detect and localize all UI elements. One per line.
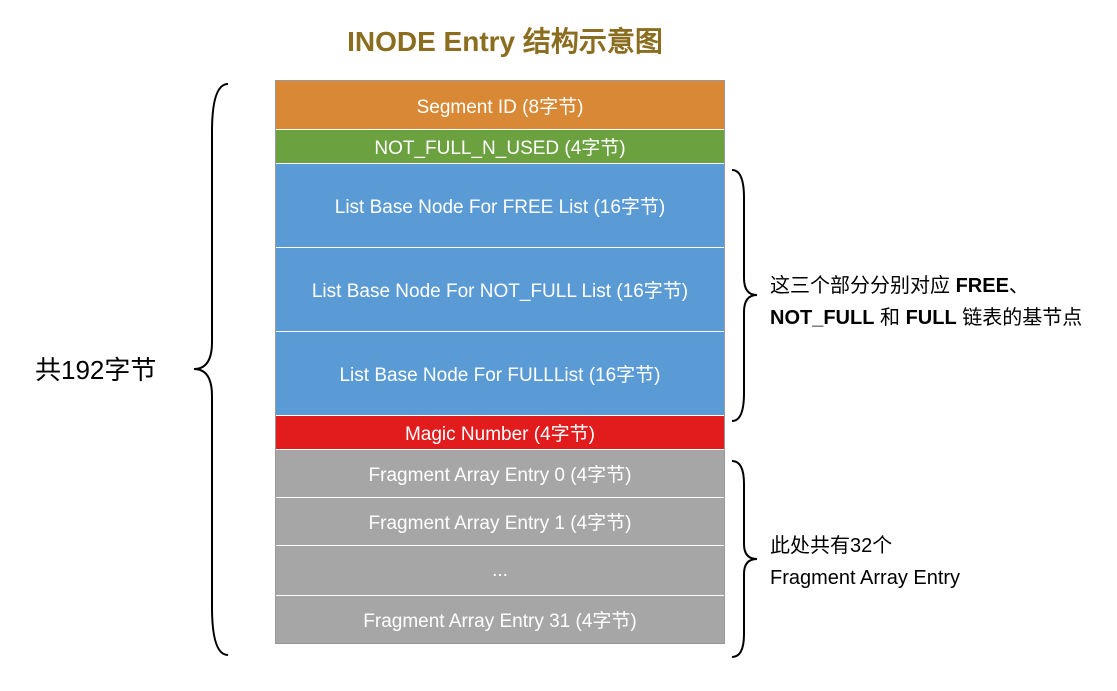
anno-top-full: FULL xyxy=(906,307,957,329)
diagram-title: INODE Entry 结构示意图 xyxy=(280,20,730,60)
total-size-label: 共192字节 xyxy=(35,350,156,387)
anno-bottom-line1: 此处共有32个 xyxy=(770,535,892,557)
anno-bottom-line2: Fragment Array Entry xyxy=(770,567,960,589)
anno-top-sep1: 、 xyxy=(1009,275,1029,297)
anno-top-prefix: 这三个部分分别对应 xyxy=(770,275,956,297)
free-list-row: List Base Node For FREE List (16字节) xyxy=(276,163,724,247)
not-full-list-row: List Base Node For NOT_FULL List (16字节) xyxy=(276,247,724,331)
fragment-entry-31-row: Fragment Array Entry 31 (4字节) xyxy=(276,595,724,643)
anno-top-free: FREE xyxy=(956,275,1009,297)
not-full-n-used-row: NOT_FULL_N_USED (4字节) xyxy=(276,129,724,163)
segment-id-row: Segment ID (8字节) xyxy=(276,81,724,129)
brace-right-top-icon xyxy=(730,168,760,423)
fragment-entry-1-row: Fragment Array Entry 1 (4字节) xyxy=(276,497,724,545)
anno-top-suffix: 链表的基节点 xyxy=(957,307,1083,329)
brace-right-bottom-icon xyxy=(730,459,760,659)
magic-number-row: Magic Number (4字节) xyxy=(276,415,724,449)
anno-top-sep2: 和 xyxy=(874,307,905,329)
fragment-ellipsis-row: ... xyxy=(276,545,724,595)
anno-top-notfull: NOT_FULL xyxy=(770,307,874,329)
fragment-entry-0-row: Fragment Array Entry 0 (4字节) xyxy=(276,449,724,497)
full-list-row: List Base Node For FULLList (16字节) xyxy=(276,331,724,415)
brace-left-icon xyxy=(190,82,230,657)
annotation-fragment-count: 此处共有32个 Fragment Array Entry xyxy=(770,530,1090,594)
annotation-three-lists: 这三个部分分别对应 FREE、 NOT_FULL 和 FULL 链表的基节点 xyxy=(770,270,1090,334)
inode-entry-stack: Segment ID (8字节) NOT_FULL_N_USED (4字节) L… xyxy=(275,80,725,644)
